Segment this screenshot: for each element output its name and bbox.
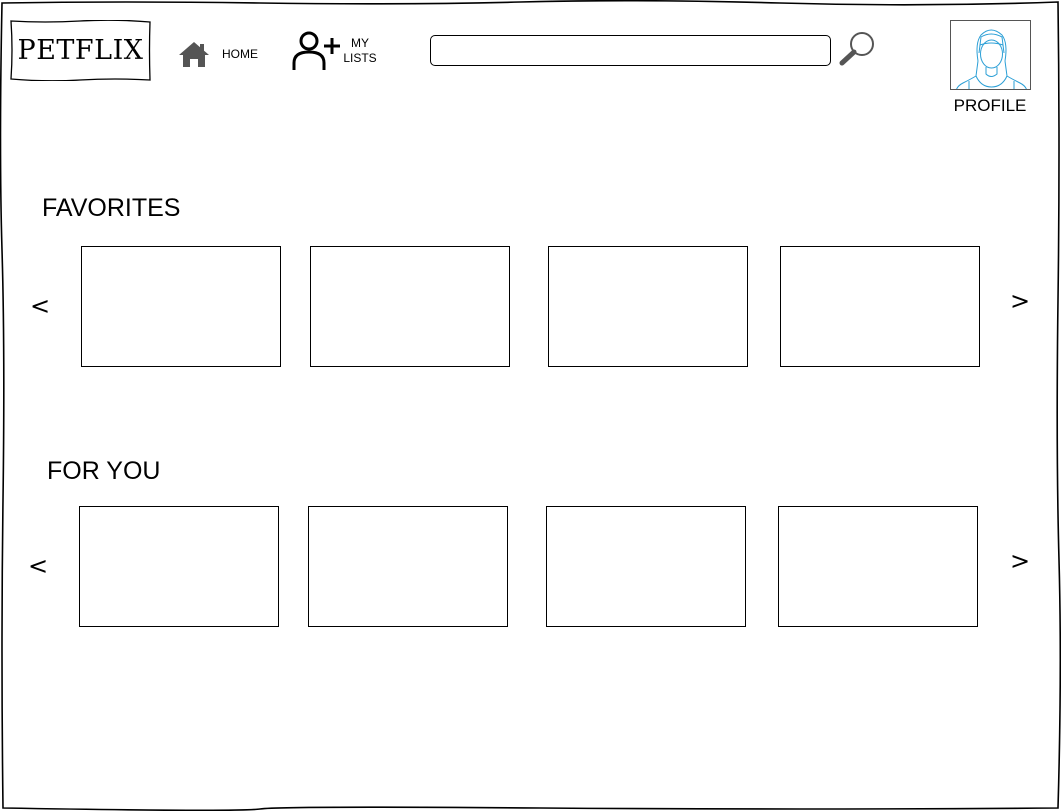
magnifier-icon	[839, 32, 874, 66]
favorites-tile-2[interactable]	[310, 246, 510, 367]
logo-text: PETFLIX	[17, 35, 144, 66]
search-input[interactable]	[430, 35, 831, 66]
for-you-tile-1[interactable]	[79, 506, 279, 627]
profile-label: PROFILE	[953, 96, 1027, 115]
for-you-tile-4[interactable]	[778, 506, 978, 627]
avatar	[950, 20, 1031, 90]
app-window: PETFLIX HOME MY LISTS PROFILE FAVORITES …	[0, 0, 1061, 811]
for-you-tile-3[interactable]	[546, 506, 746, 627]
section-title-for-you: FOR YOU	[47, 457, 161, 485]
favorites-next-arrow[interactable]: >	[1008, 289, 1032, 313]
add-user-icon	[292, 31, 340, 70]
petflix-logo[interactable]: PETFLIX	[10, 20, 151, 81]
profile-button[interactable]: PROFILE	[948, 20, 1032, 118]
nav-home-label: HOME	[222, 47, 258, 61]
section-title-favorites: FAVORITES	[42, 194, 181, 222]
favorites-prev-arrow[interactable]: <	[28, 294, 52, 318]
favorites-tile-4[interactable]	[780, 246, 980, 367]
for-you-prev-arrow[interactable]: <	[26, 554, 50, 578]
nav-my-lists-label-line1: MY	[351, 36, 369, 50]
for-you-tile-2[interactable]	[308, 506, 508, 627]
sketch-frame-border	[0, 0, 1061, 811]
nav-my-lists-label-line2: LISTS	[343, 51, 377, 65]
for-you-next-arrow[interactable]: >	[1008, 549, 1032, 573]
home-icon	[179, 42, 209, 67]
nav-home-button[interactable]: HOME	[178, 38, 258, 70]
nav-my-lists-button[interactable]: MY LISTS	[290, 30, 378, 72]
nav-my-lists-label: MY LISTS	[342, 36, 378, 66]
user-portrait-icon	[956, 29, 1027, 89]
favorites-tile-3[interactable]	[548, 246, 748, 367]
favorites-tile-1[interactable]	[81, 246, 281, 367]
search-button[interactable]	[838, 30, 878, 66]
